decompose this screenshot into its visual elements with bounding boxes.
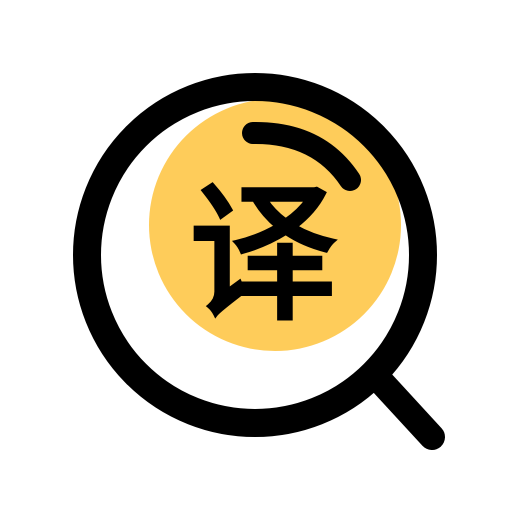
translate-app-icon[interactable]: 译 <box>0 0 512 512</box>
magnifier-translate-icon: 译 <box>0 0 512 512</box>
translate-glyph: 译 <box>189 169 338 341</box>
